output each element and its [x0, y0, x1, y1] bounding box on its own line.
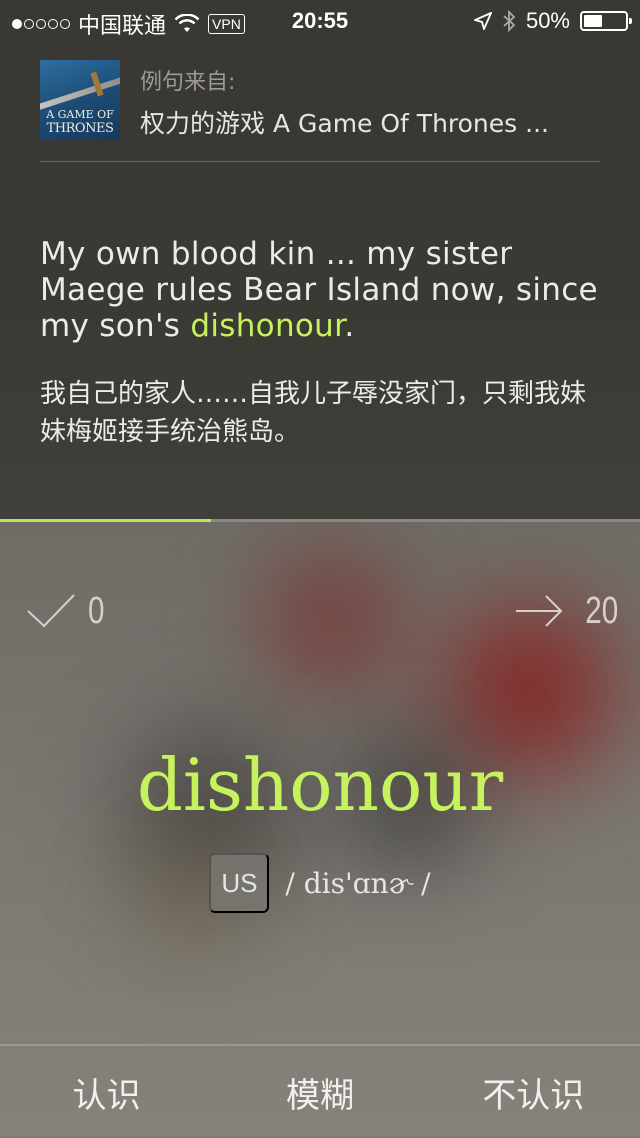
- known-counter: 0: [26, 586, 109, 636]
- divider: [40, 161, 600, 162]
- bluetooth-icon: [503, 10, 516, 32]
- phonetic-transcription: / dis'ɑnɚ /: [285, 866, 431, 900]
- battery-icon: [580, 11, 632, 31]
- status-bar: 中国联通 VPN 20:55 50%: [0, 0, 640, 40]
- known-count: 0: [88, 589, 105, 632]
- unknown-button[interactable]: 不认识: [427, 1046, 640, 1138]
- progress-bar: [0, 519, 640, 522]
- book-cover-image: A GAME OF THRONES: [40, 60, 120, 140]
- cover-title-line2: THRONES: [46, 121, 114, 136]
- source-title: 权力的游戏 A Game Of Thrones ...: [140, 109, 549, 138]
- sentence-text-after: .: [344, 308, 355, 344]
- example-sentence-zh: 我自己的家人……自我儿子辱没家门，只剩我妹妹梅姬接手统治熊岛。: [40, 379, 587, 447]
- sentence-highlight-word: dishonour: [190, 308, 345, 344]
- source-label: 例句来自:: [140, 70, 236, 95]
- example-sentence-en: My own blood kin ... my sister Maege rul…: [40, 236, 600, 344]
- cover-title-line1: A GAME OF: [46, 108, 114, 121]
- us-pronunciation-button[interactable]: US: [209, 853, 270, 913]
- know-button[interactable]: 认识: [0, 1046, 213, 1138]
- carrier-name: 中国联通: [78, 13, 167, 38]
- answer-actions: 认识 模糊 不认识: [0, 1044, 640, 1138]
- progress-fill: [0, 519, 212, 522]
- vpn-badge: VPN: [208, 14, 245, 34]
- remaining-counter: 20: [514, 586, 618, 636]
- vocabulary-word: dishonour: [136, 743, 504, 827]
- vague-button[interactable]: 模糊: [213, 1046, 426, 1138]
- checkmark-icon: [27, 594, 75, 628]
- arrow-right-icon: [515, 595, 563, 627]
- location-arrow-icon: [473, 12, 492, 30]
- battery-percent: 50%: [525, 8, 570, 33]
- pronunciation: US / dis'ɑnɚ /: [0, 852, 640, 914]
- signal-strength-icon: [12, 19, 70, 29]
- sentence-source[interactable]: A GAME OF THRONES 例句来自: 权力的游戏 A Game Of …: [40, 60, 600, 142]
- wifi-icon: [174, 14, 200, 32]
- remaining-count: 20: [585, 589, 618, 632]
